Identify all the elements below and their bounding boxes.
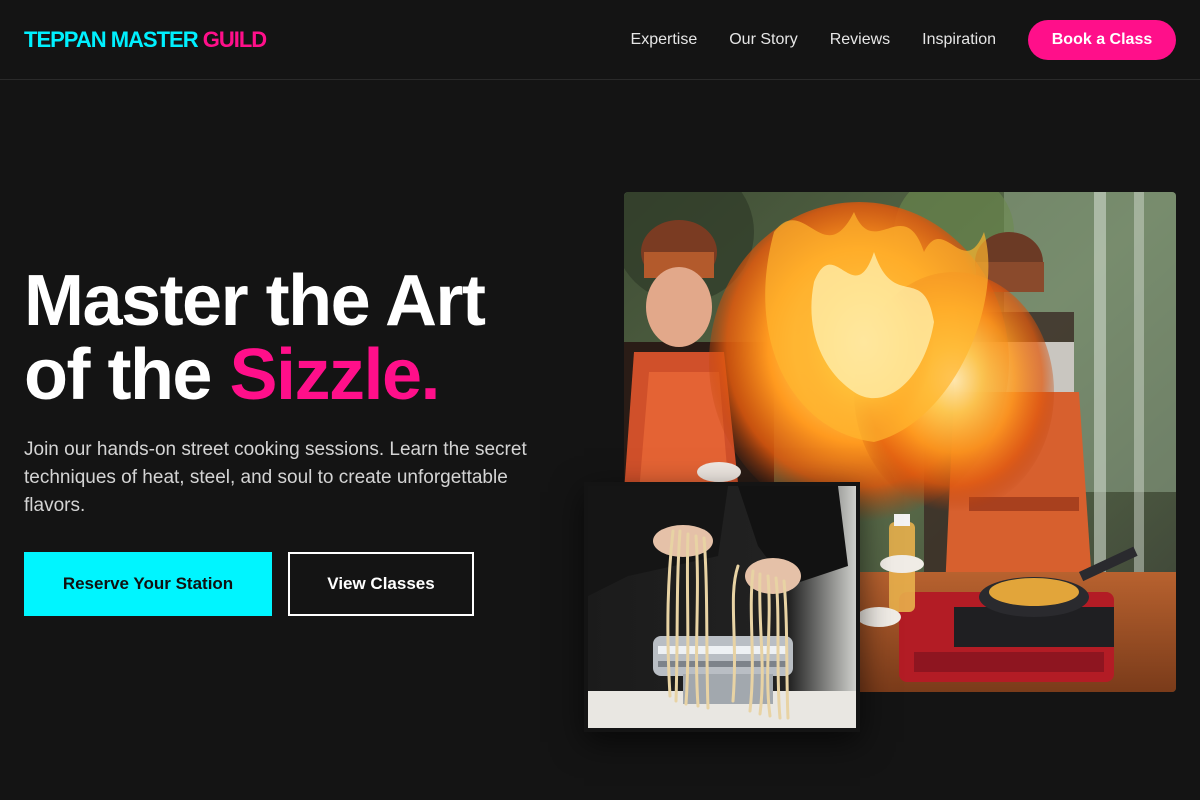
hero-title-accent: Sizzle. [229,335,440,415]
nav-item-our-story[interactable]: Our Story [729,30,797,50]
nav-item-reviews[interactable]: Reviews [830,30,890,50]
site-header: TEPPAN MASTER GUILD Expertise Our Story … [0,0,1200,80]
book-class-button[interactable]: Book a Class [1028,20,1176,60]
nav-item-expertise[interactable]: Expertise [631,30,698,50]
hero-title: Master the Art of the Sizzle. [24,264,584,412]
brand-logo[interactable]: TEPPAN MASTER GUILD [24,26,267,54]
brand-name-part1: TEPPAN MASTER [24,27,199,52]
nav-item-inspiration[interactable]: Inspiration [922,30,996,50]
hero-description: Join our hands-on street cooking session… [24,439,527,516]
view-classes-button[interactable]: View Classes [288,552,474,616]
fresh-pasta-photo-frame [584,482,860,732]
hero-title-line1: Master the Art [24,261,486,341]
hero-title-line2: of the [24,335,230,415]
reserve-station-button[interactable]: Reserve Your Station [24,552,272,616]
fresh-pasta-photo [588,486,856,728]
main-nav: Expertise Our Story Reviews Inspiration [631,30,996,50]
brand-name-part2: GUILD [202,27,267,52]
